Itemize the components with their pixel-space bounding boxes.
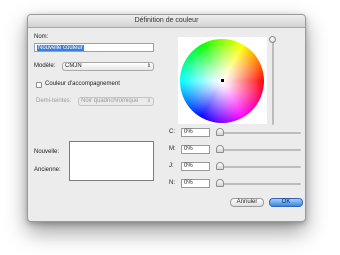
halftone-label: Demi-teintes:	[36, 98, 72, 104]
dialog-title: Définition de couleur	[28, 15, 305, 28]
name-field[interactable]: Nouvelle couleur	[34, 43, 154, 52]
slider-track[interactable]	[217, 132, 301, 134]
slider-label: N:	[169, 180, 175, 186]
color-preview-swatch	[69, 141, 154, 181]
slider-knob[interactable]	[216, 145, 224, 153]
slider-label: C:	[169, 129, 175, 135]
name-label: Nom:	[34, 34, 49, 40]
slider-knob[interactable]	[216, 128, 224, 136]
slider-track[interactable]	[217, 149, 301, 151]
slider-label: J:	[169, 163, 174, 169]
model-label: Modèle:	[34, 63, 56, 69]
halftone-popup-value: Noir quadrichromique	[81, 98, 139, 104]
model-popup[interactable]: CMJN ⇕	[62, 62, 154, 71]
slider-value-field[interactable]: 0%	[181, 179, 210, 188]
popup-arrows-icon: ⇕	[146, 63, 151, 69]
brightness-slider-track[interactable]	[272, 37, 274, 125]
spot-color-label: Couleur d'accompagnement	[45, 81, 120, 87]
color-definition-dialog: Définition de couleur Nom: Nouvelle coul…	[27, 14, 306, 222]
color-picker-marker[interactable]	[221, 79, 224, 82]
slider-track[interactable]	[217, 183, 301, 185]
slider-knob[interactable]	[216, 162, 224, 170]
halftone-popup[interactable]: Noir quadrichromique ⇕	[78, 97, 154, 106]
slider-value-field[interactable]: 0%	[181, 145, 210, 154]
slider-label: M:	[169, 146, 176, 152]
slider-value-field[interactable]: 0%	[181, 162, 210, 171]
model-popup-value: CMJN	[65, 63, 82, 69]
ok-button[interactable]: OK	[269, 198, 303, 207]
new-color-label: Nouvelle:	[34, 149, 60, 155]
name-field-value: Nouvelle couleur	[37, 45, 84, 51]
slider-knob[interactable]	[216, 179, 224, 187]
slider-value-field[interactable]: 0%	[181, 128, 210, 137]
brightness-slider-knob[interactable]	[269, 36, 276, 43]
slider-track[interactable]	[217, 166, 301, 168]
popup-arrows-icon: ⇕	[146, 98, 151, 104]
old-color-label: Ancienne:	[34, 167, 61, 173]
spot-color-checkbox[interactable]	[36, 82, 42, 88]
cancel-button[interactable]: Annuler	[230, 198, 264, 207]
